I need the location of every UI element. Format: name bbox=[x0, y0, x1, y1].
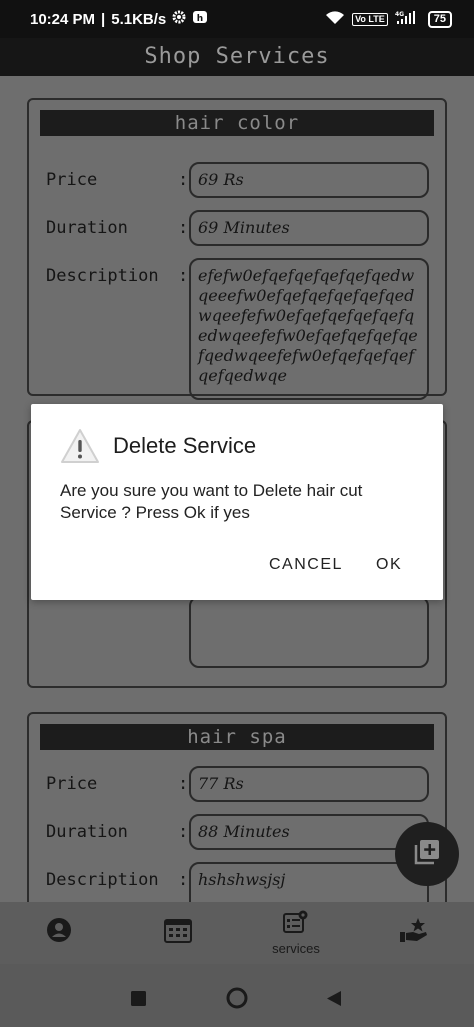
rating-icon bbox=[399, 917, 429, 948]
volte-badge: Vo LTE bbox=[352, 12, 388, 26]
warning-icon bbox=[60, 428, 100, 464]
bottom-navigation: services bbox=[0, 902, 474, 964]
description-field[interactable] bbox=[189, 596, 429, 668]
colon: : bbox=[178, 870, 189, 890]
status-separator: | bbox=[101, 10, 106, 28]
colon: : bbox=[178, 822, 189, 842]
wifi-icon bbox=[325, 10, 345, 29]
description-field[interactable]: efefw0efqefqefqefqefqedwqeeefw0efqefqefq… bbox=[189, 258, 429, 400]
duration-label: Duration bbox=[46, 218, 128, 238]
nav-item-calendar[interactable] bbox=[138, 902, 218, 964]
service-card[interactable]: hair spa Price : 77 Rs Duration : 88 Min… bbox=[27, 712, 447, 902]
system-navigation-bar bbox=[0, 964, 474, 1027]
cancel-button[interactable]: CANCEL bbox=[269, 556, 343, 574]
colon: : bbox=[178, 170, 189, 190]
description-field[interactable]: hshshwsjsj bbox=[189, 862, 429, 902]
price-label: Price bbox=[46, 170, 98, 190]
svg-text:4G: 4G bbox=[395, 11, 404, 18]
description-label: Description bbox=[46, 870, 159, 890]
service-card[interactable]: hair color Price : 69 Rs Duration : 69 M… bbox=[27, 98, 447, 400]
service-name: hair color bbox=[40, 110, 434, 136]
price-label: Price bbox=[46, 774, 98, 794]
delete-service-dialog: Delete Service Are you sure you want to … bbox=[31, 404, 443, 600]
dialog-message: Are you sure you want to Delete hair cut… bbox=[60, 481, 363, 522]
ok-button[interactable]: OK bbox=[376, 556, 402, 574]
notification-icon: h bbox=[192, 9, 208, 29]
duration-field[interactable]: 88 Minutes bbox=[189, 814, 429, 850]
dialog-title: Delete Service bbox=[113, 433, 257, 458]
svg-text:h: h bbox=[197, 14, 203, 24]
price-field[interactable]: 69 Rs bbox=[189, 162, 429, 198]
nav-item-ratings[interactable] bbox=[374, 902, 454, 964]
gear-icon bbox=[172, 10, 186, 28]
battery-indicator: 75 bbox=[427, 10, 452, 28]
home-icon[interactable] bbox=[226, 987, 248, 1014]
profile-icon bbox=[46, 917, 72, 948]
status-right: Vo LTE 4G 75 bbox=[325, 10, 452, 29]
colon: : bbox=[178, 266, 189, 286]
description-label: Description bbox=[46, 266, 159, 286]
page-title: Shop Services bbox=[0, 38, 474, 76]
status-left: 10:24 PM | 5.1KB/s h bbox=[30, 9, 208, 29]
price-field[interactable]: 77 Rs bbox=[189, 766, 429, 802]
duration-field[interactable]: 69 Minutes bbox=[189, 210, 429, 246]
nav-label: services bbox=[272, 941, 320, 956]
status-time: 10:24 PM bbox=[30, 10, 96, 28]
colon: : bbox=[178, 774, 189, 794]
duration-label: Duration bbox=[46, 822, 128, 842]
nav-item-services[interactable]: services bbox=[256, 902, 336, 964]
add-service-button[interactable] bbox=[395, 822, 459, 886]
status-bar: 10:24 PM | 5.1KB/s h Vo LTE 4G 75 bbox=[0, 0, 474, 38]
recents-icon[interactable] bbox=[131, 991, 146, 1011]
signal-icon: 4G bbox=[395, 10, 421, 29]
status-speed: 5.1KB/s bbox=[111, 10, 167, 28]
nav-item-profile[interactable] bbox=[19, 902, 99, 964]
dialog-header: Delete Service bbox=[60, 428, 256, 464]
services-icon bbox=[283, 910, 309, 939]
back-icon[interactable] bbox=[326, 990, 342, 1012]
colon: : bbox=[178, 218, 189, 238]
calendar-icon bbox=[164, 917, 192, 948]
service-name: hair spa bbox=[40, 724, 434, 750]
add-box-icon bbox=[413, 838, 441, 871]
